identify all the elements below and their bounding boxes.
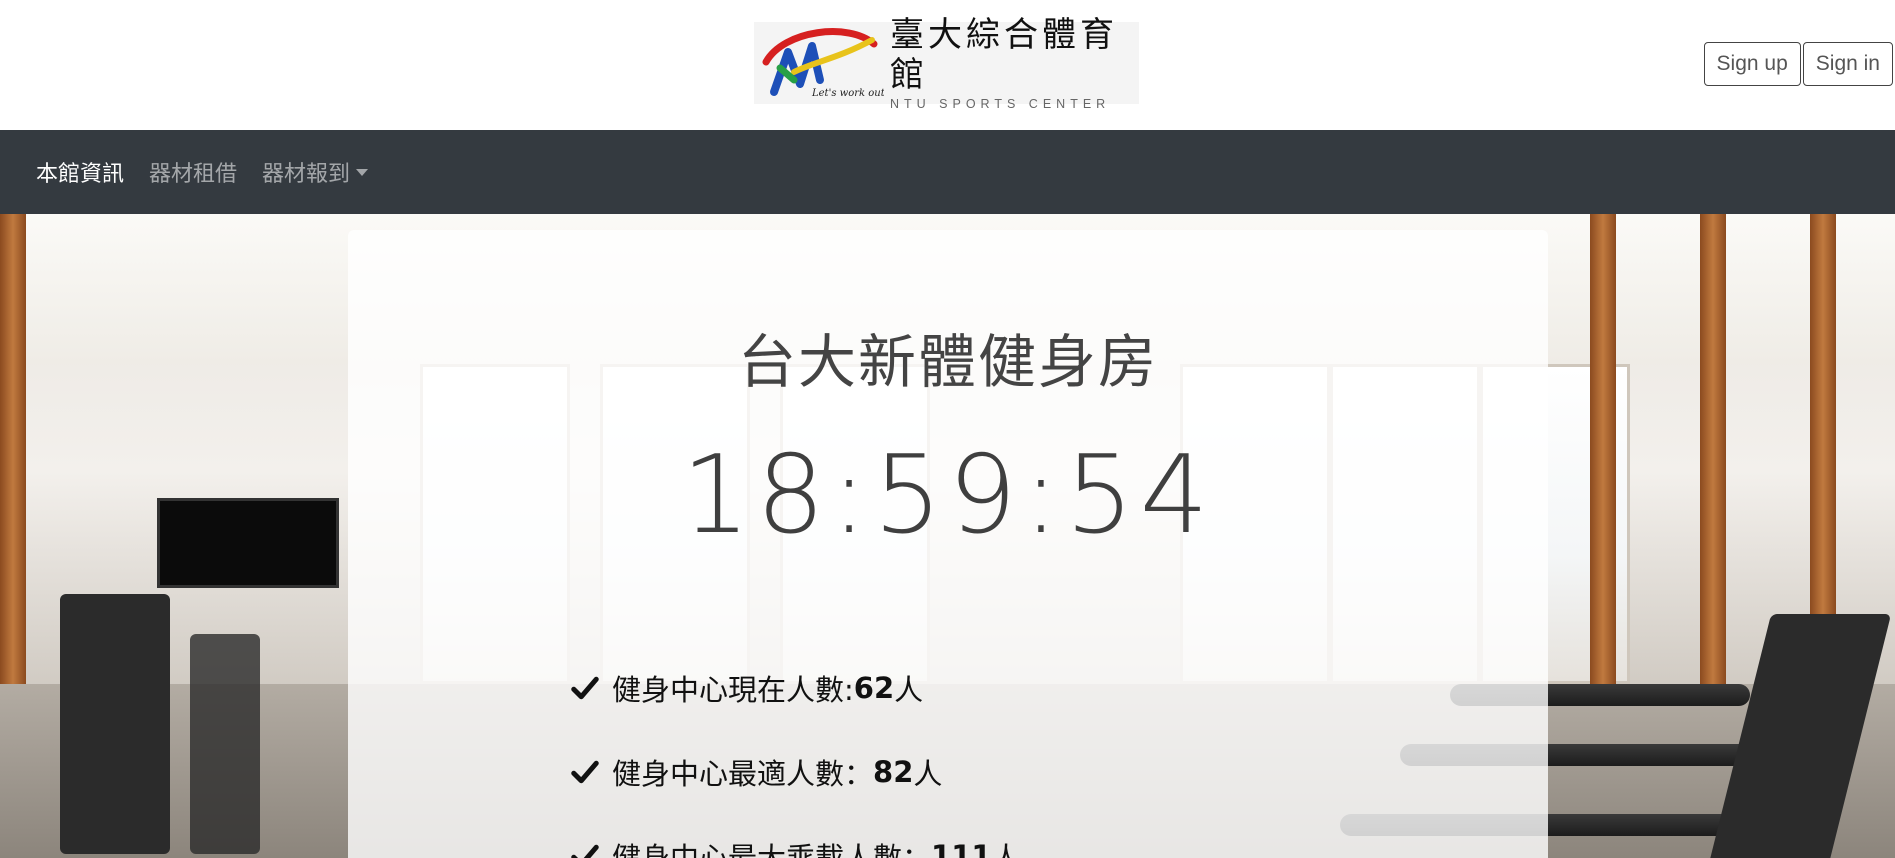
nav-item-checkin-label: 器材報到: [262, 162, 351, 187]
logo-emblem: Let's work out: [754, 22, 886, 104]
nav-item-info[interactable]: 本館資訊: [36, 156, 124, 188]
gym-info-card: 台大新體健身房 18:59:54 健身中心現在人數: 62 人 健身中心最適人數…: [348, 230, 1548, 858]
stat-label: 健身中心現在人數:: [612, 673, 854, 707]
logo[interactable]: Let's work out 臺大綜合體育館 NTU SPORTS CENTER: [754, 15, 1139, 111]
stat-max-capacity: 健身中心最大乘載人數： 111 人: [570, 835, 1021, 858]
chevron-down-icon: [356, 168, 369, 176]
logo-title-en: NTU SPORTS CENTER: [890, 97, 1111, 111]
check-icon: [571, 760, 599, 784]
auth-buttons: Sign up Sign in: [1703, 42, 1893, 86]
logo-title-zh: 臺大綜合體育館: [890, 15, 1118, 95]
stat-unit: 人: [894, 673, 924, 707]
stat-unit: 人: [913, 757, 943, 791]
signup-button[interactable]: Sign up: [1703, 42, 1801, 86]
check-icon: [571, 844, 599, 858]
stat-value: 82: [873, 755, 914, 789]
stat-value: 111: [931, 839, 992, 858]
signin-button[interactable]: Sign in: [1802, 42, 1893, 86]
logo-tagline: Let's work out: [811, 88, 884, 99]
stat-value: 62: [853, 671, 895, 705]
stat-label: 健身中心最適人數：: [612, 757, 874, 791]
elliptical-machine: [60, 594, 170, 854]
nav-item-rental[interactable]: 器材租借: [149, 156, 237, 188]
gym-title: 台大新體健身房: [737, 328, 1158, 396]
header: Let's work out 臺大綜合體育館 NTU SPORTS CENTER…: [0, 0, 1895, 130]
elliptical-machine: [190, 634, 260, 854]
stat-label: 健身中心最大乘載人數：: [612, 841, 932, 858]
stat-current-count: 健身中心現在人數: 62 人: [570, 667, 923, 709]
navbar: 本館資訊 器材租借 器材報到: [0, 130, 1895, 214]
check-icon: [571, 676, 599, 700]
clock: 18:59:54: [681, 433, 1215, 558]
stat-unit: 人: [991, 841, 1021, 858]
stat-optimal-count: 健身中心最適人數： 82 人: [570, 751, 942, 793]
nav-item-checkin-dropdown[interactable]: 器材報到: [262, 156, 369, 188]
tv-screen: [157, 498, 339, 588]
